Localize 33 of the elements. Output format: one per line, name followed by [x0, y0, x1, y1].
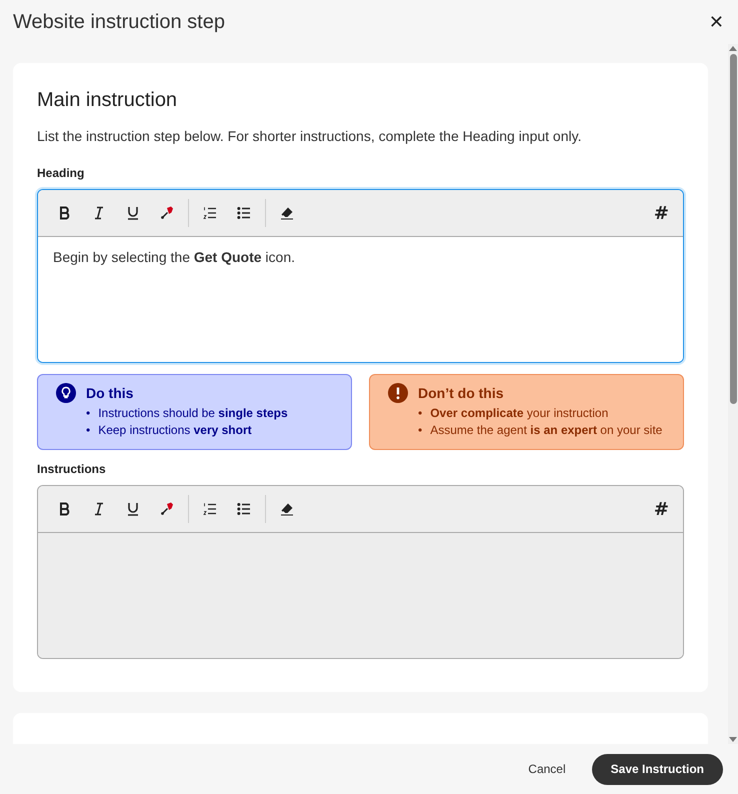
field-label: Instructions [37, 462, 107, 476]
bullet: • [418, 405, 422, 422]
tip-title: Don’t do this [418, 384, 505, 403]
bold-icon[interactable] [58, 206, 72, 220]
tip-item: Assume the agent is an expert on your site [430, 422, 662, 439]
scrollbar[interactable] [728, 44, 738, 744]
underline-icon[interactable] [126, 206, 140, 220]
bullet: • [418, 422, 422, 439]
bullet-list-icon[interactable] [237, 206, 251, 220]
section-title: Main instruction [37, 89, 178, 112]
eraser-icon[interactable] [280, 206, 294, 220]
italic-icon[interactable] [92, 206, 106, 220]
lightbulb-icon [56, 383, 76, 403]
field-label: Heading [37, 166, 86, 180]
scroll-down-icon[interactable] [728, 736, 738, 744]
bullet: • [86, 405, 90, 422]
rich-text-editor[interactable]: # Begin by selecting the Get Quote icon. [37, 189, 684, 363]
save-button[interactable]: Save Instruction [592, 754, 723, 784]
dialog-title: Website instruction step [13, 10, 225, 34]
section-description: List the instruction step below. For shorter instructions, complete the Heading input only. [37, 128, 582, 144]
tip-item: Instructions should be single steps [98, 405, 288, 422]
tip-item: Keep instructions very short [98, 422, 252, 439]
scroll-up-icon[interactable] [728, 44, 738, 52]
numbered-list-icon[interactable] [203, 206, 217, 220]
close-button[interactable]: ✕ [704, 12, 728, 32]
exclamation-icon [388, 383, 408, 403]
insert-tag-button[interactable]: # [650, 202, 673, 224]
tip-item: Over complicate your instruction [430, 405, 608, 422]
cancel-button[interactable]: Cancel [522, 756, 572, 782]
editor-text: Begin by selecting the Get Quote icon. [53, 249, 296, 265]
tip-title: Do this [86, 384, 134, 403]
paint-brush-icon[interactable] [160, 206, 174, 220]
bullet: • [86, 422, 90, 439]
